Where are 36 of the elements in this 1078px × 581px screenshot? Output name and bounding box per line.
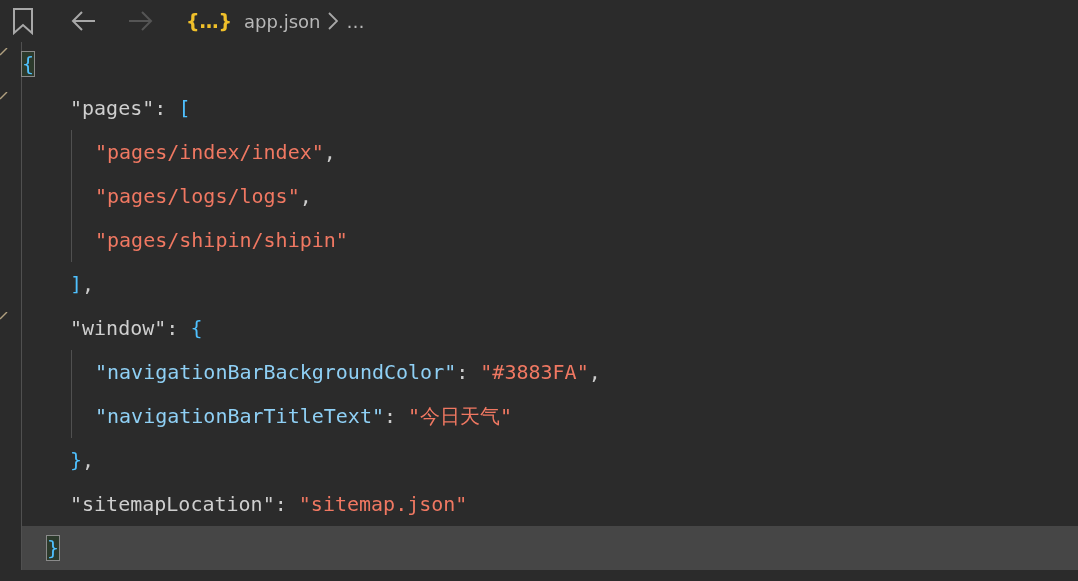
back-arrow-icon[interactable] bbox=[70, 10, 96, 32]
chevron-icon bbox=[328, 12, 339, 30]
code-token: "pages" bbox=[70, 96, 155, 120]
code-token: "今日天气" bbox=[408, 402, 513, 430]
json-file-icon: {…} bbox=[186, 10, 233, 32]
fold-marker-icon[interactable] bbox=[0, 92, 8, 100]
code-token: : bbox=[456, 360, 470, 384]
fold-marker-icon[interactable] bbox=[0, 48, 8, 56]
code-token: ] bbox=[70, 272, 83, 296]
bookmark-icon[interactable] bbox=[12, 7, 34, 35]
code-token: "#3883FA" bbox=[480, 360, 589, 384]
breadcrumb-more[interactable]: … bbox=[346, 10, 365, 32]
code-token: "sitemapLocation" bbox=[70, 492, 275, 516]
code-token: "sitemap.json" bbox=[298, 492, 468, 516]
code-token: : bbox=[166, 316, 180, 340]
matched-bracket: } bbox=[47, 536, 60, 560]
code-token: { bbox=[190, 316, 203, 340]
code-token: "pages/shipin/shipin" bbox=[95, 228, 348, 252]
code-token: , bbox=[82, 272, 95, 296]
fold-marker-icon[interactable] bbox=[0, 312, 8, 320]
code-token: [ bbox=[178, 96, 191, 120]
code-token: "navigationBarTitleText" bbox=[95, 403, 384, 428]
code-token: : bbox=[154, 96, 168, 120]
code-token: , bbox=[299, 184, 312, 208]
code-token: "pages/index/index" bbox=[95, 140, 324, 164]
code-token: : bbox=[384, 403, 398, 428]
code-token: "pages/logs/logs" bbox=[95, 184, 300, 208]
code-token: "window" bbox=[70, 316, 167, 340]
code-token: "navigationBarBackgroundColor" bbox=[95, 360, 457, 384]
code-token: , bbox=[588, 360, 601, 384]
matched-bracket: { bbox=[22, 52, 35, 76]
code-token: , bbox=[323, 140, 336, 164]
code-token: : bbox=[274, 492, 288, 516]
code-token: } bbox=[70, 448, 83, 472]
code-token: , bbox=[82, 448, 95, 472]
breadcrumb-file[interactable]: app.json bbox=[244, 10, 321, 32]
